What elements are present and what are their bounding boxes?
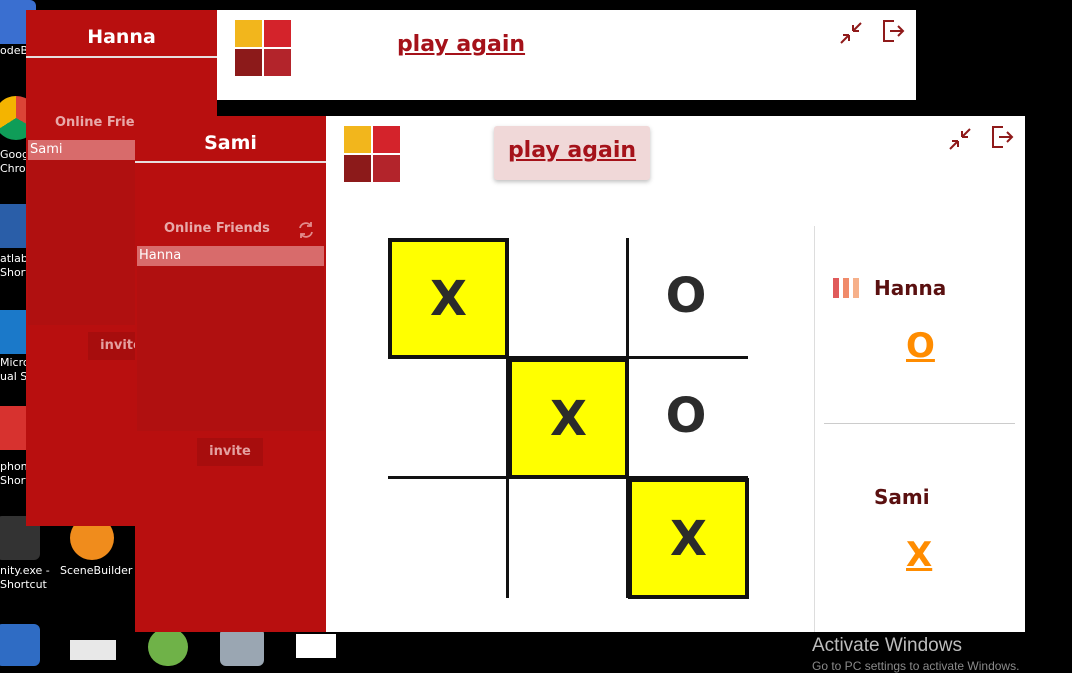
play-again-button[interactable]: play again [386,32,536,57]
exit-icon[interactable] [880,18,906,44]
board-cell[interactable]: X [508,358,629,479]
player2-name: Sami [874,485,930,509]
score-panel-divider [814,226,815,632]
player-name: Sami [204,132,257,154]
desktop-icon-label: nity.exe - [0,564,50,577]
sidebar: Sami Online Friends Hanna invite [135,116,326,632]
player2-symbol: X [906,535,933,575]
app-logo [344,126,402,184]
flag-app-icon[interactable] [296,634,336,658]
desktop-icon-label: ual S [0,370,28,383]
board-cell[interactable] [388,358,504,474]
board-cell[interactable]: O [628,358,744,474]
desktop-icon-label: Goog [0,148,29,161]
minimize-icon[interactable] [947,126,973,152]
board-cell[interactable]: O [628,238,744,354]
play-again-button[interactable]: play again [494,138,650,163]
board-cell[interactable] [508,238,624,354]
refresh-icon[interactable] [296,220,316,240]
list-item[interactable]: Sami [28,140,137,160]
game-board: XOXOX [388,238,750,600]
divider [26,56,217,58]
game-window-sami: Sami Online Friends Hanna invite play ag… [135,116,1025,632]
board-cell[interactable] [388,478,504,594]
divider [135,161,326,163]
friends-list[interactable] [137,246,324,431]
board-cell[interactable] [508,478,624,594]
barcode-icon[interactable] [70,640,116,660]
android-studio-icon[interactable] [148,628,188,666]
activate-windows-text: Activate Windows [812,635,962,656]
minimize-icon[interactable] [838,20,864,46]
player1-symbol: O [906,326,935,366]
board-cell[interactable]: X [628,478,749,599]
turn-indicator-icon [833,278,865,298]
main-pane [217,10,916,100]
desktop-icon-label: Chro [0,162,26,175]
online-friends-label: Online Friends [164,221,270,236]
player-name: Hanna [87,26,156,48]
app-logo [235,20,293,78]
list-item[interactable]: Hanna [137,246,324,266]
people-icon[interactable] [220,628,264,666]
activate-windows-subtext: Go to PC settings to activate Windows. [812,659,1020,673]
online-friends-label: Online Frien [55,115,144,130]
players-divider [824,423,1015,424]
invite-button[interactable]: invite [197,438,263,466]
desktop-icon-label: phon [0,460,28,473]
player1-name: Hanna [874,276,947,300]
exit-icon[interactable] [989,124,1015,150]
desktop-icon-label: SceneBuilder [60,564,133,577]
desktop-icon-label: Shortcut [0,578,47,591]
visual-studio-taskbar-icon[interactable] [0,624,40,666]
board-cell[interactable]: X [388,238,509,359]
